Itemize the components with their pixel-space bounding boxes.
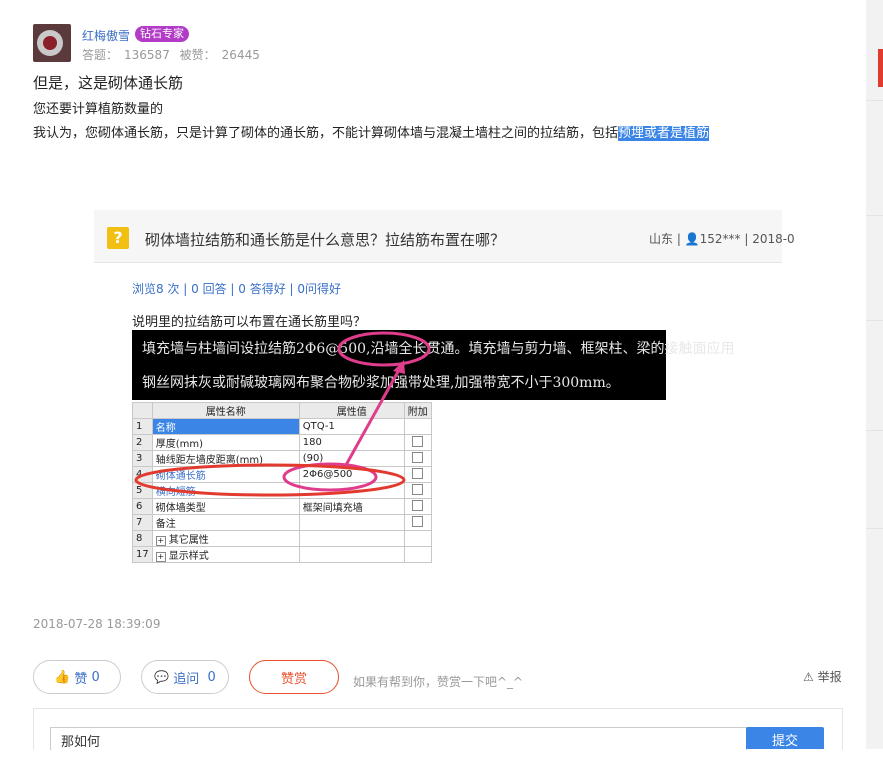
annotation-arrow-head xyxy=(393,360,405,374)
like-button[interactable]: 👍 赞 0 xyxy=(33,660,121,694)
sidebar-red-tab[interactable] xyxy=(878,49,883,87)
thumbs-up-icon: 👍 xyxy=(54,669,71,685)
ask-count: 0 xyxy=(207,669,216,685)
right-sidebar-edge xyxy=(866,0,883,749)
answer-timestamp: 2018-07-28 18:39:09 xyxy=(33,617,161,631)
reward-hint: 如果有帮到你，赞赏一下吧^_^ xyxy=(353,675,524,689)
answer-panel: 红梅傲雪 钻石专家 答题： 136587 被赞： 26445 但是，这是砌体通长筋 … xyxy=(0,0,866,750)
ask-label: 追问 xyxy=(173,671,200,687)
annotation-overlay xyxy=(134,331,431,497)
annotation-arrow-line xyxy=(344,367,402,466)
like-label: 赞 xyxy=(74,671,88,687)
annotation-ellipse-row xyxy=(134,463,406,497)
submit-button[interactable]: 提交 xyxy=(746,727,824,749)
like-count: 0 xyxy=(91,669,100,685)
report-link[interactable]: ⚠ 举报 xyxy=(803,668,842,685)
comment-icon: 💬 xyxy=(154,670,170,684)
warning-icon: ⚠ xyxy=(803,670,814,684)
annotation-ellipse-note xyxy=(337,331,431,367)
reward-button[interactable]: 赞赏 xyxy=(249,660,339,694)
follow-up-button[interactable]: 💬 追问 0 xyxy=(141,660,229,694)
report-label: 举报 xyxy=(817,670,842,684)
reply-input[interactable]: 那如何 xyxy=(50,727,747,750)
